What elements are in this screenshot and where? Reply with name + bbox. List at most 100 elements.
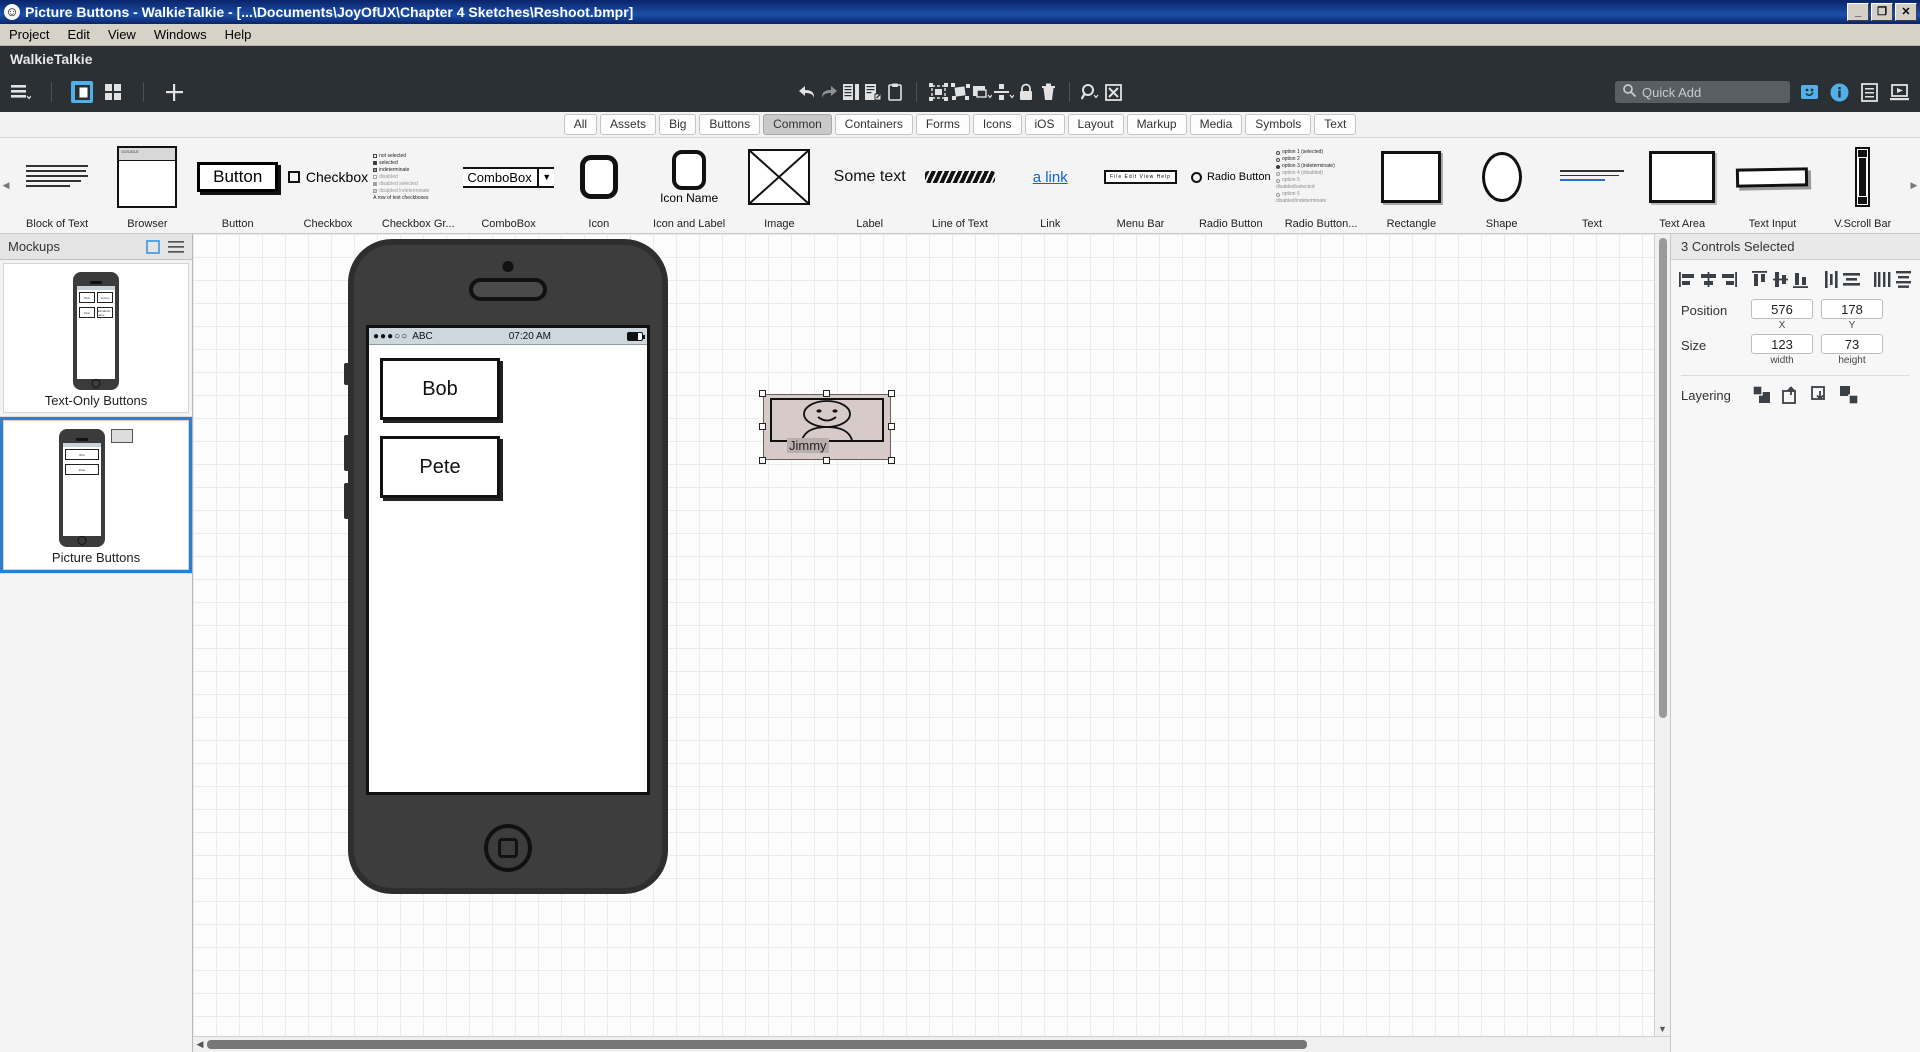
phone-screen[interactable]: ●●●○○ ABC 07:20 AM Bob Pete xyxy=(366,325,650,795)
palette-item-radio-button[interactable]: Radio Button Radio Button xyxy=(1186,138,1276,233)
minimize-button[interactable]: _ xyxy=(1847,3,1869,21)
tab-containers[interactable]: Containers xyxy=(834,114,913,135)
palette-item-block-of-text[interactable]: Block of Text xyxy=(12,138,102,233)
resize-handle-e[interactable] xyxy=(888,423,895,430)
palette-scroll-left[interactable]: ◀ xyxy=(0,138,12,233)
phone-button-pete[interactable]: Pete xyxy=(380,436,500,498)
palette-scroll-right[interactable]: ▶ xyxy=(1908,138,1920,233)
bring-forward-icon[interactable] xyxy=(1781,385,1801,405)
tab-icons[interactable]: Icons xyxy=(972,114,1022,135)
resize-handle-s[interactable] xyxy=(823,457,830,464)
canvas-area[interactable]: ●●●○○ ABC 07:20 AM Bob Pete Jimmy ▼ ◀ xyxy=(193,234,1670,1052)
tab-forms[interactable]: Forms xyxy=(915,114,970,135)
mockup-item-picture-buttons[interactable]: Bob Pete Picture Buttons xyxy=(0,417,192,574)
palette-item-icon-and-label[interactable]: Icon Name Icon and Label xyxy=(644,138,734,233)
person-image[interactable] xyxy=(770,398,884,442)
vertical-scroll-thumb[interactable] xyxy=(1658,238,1667,718)
horizontal-scroll-thumb[interactable] xyxy=(207,1040,1307,1049)
clipboard-icon[interactable] xyxy=(884,81,906,103)
notes-icon[interactable] xyxy=(1858,81,1880,103)
align-center-h-icon[interactable] xyxy=(1699,270,1716,288)
phone-home-button[interactable] xyxy=(484,824,532,872)
lock-icon[interactable] xyxy=(1015,81,1037,103)
palette-item-checkbox[interactable]: Checkbox Checkbox xyxy=(283,138,373,233)
tab-common[interactable]: Common xyxy=(763,114,832,135)
tab-ios[interactable]: iOS xyxy=(1024,114,1065,135)
resize-handle-ne[interactable] xyxy=(888,390,895,397)
presentation-icon[interactable] xyxy=(1888,81,1910,103)
tab-layout[interactable]: Layout xyxy=(1067,114,1124,135)
resize-handle-w[interactable] xyxy=(759,423,766,430)
redo-icon[interactable] xyxy=(818,81,840,103)
menu-windows[interactable]: Windows xyxy=(145,25,216,44)
palette-item-menu-bar[interactable]: File Edit View Help Menu Bar xyxy=(1095,138,1185,233)
new-mockup-icon[interactable] xyxy=(146,239,160,254)
menu-edit[interactable]: Edit xyxy=(58,25,98,44)
duplicate-icon[interactable] xyxy=(840,81,862,103)
selected-control-group[interactable]: Jimmy xyxy=(759,390,895,464)
palette-item-checkbox-group[interactable]: not selected selected indeterminate disa… xyxy=(373,138,463,233)
canvas-vertical-scrollbar[interactable]: ▼ xyxy=(1654,234,1670,1036)
menu-help[interactable]: Help xyxy=(216,25,261,44)
delete-icon[interactable] xyxy=(1037,81,1059,103)
distribute-h-icon[interactable] xyxy=(1823,270,1840,288)
quick-add-widget-icon[interactable] xyxy=(1798,81,1820,103)
selection-label[interactable]: Jimmy xyxy=(787,438,829,453)
scroll-left-arrow-icon[interactable]: ◀ xyxy=(193,1039,207,1050)
grid-view-icon[interactable] xyxy=(102,81,124,103)
tab-media[interactable]: Media xyxy=(1189,114,1243,135)
distribute-v-icon[interactable] xyxy=(1843,270,1861,288)
spacing-h-icon[interactable] xyxy=(1874,270,1891,288)
palette-item-vscrollbar[interactable]: V.Scroll Bar xyxy=(1818,138,1908,233)
menu-view[interactable]: View xyxy=(99,25,145,44)
copy-to-icon[interactable] xyxy=(862,81,884,103)
phone-button-bob[interactable]: Bob xyxy=(380,358,500,420)
palette-item-text-input[interactable]: Text Input xyxy=(1727,138,1817,233)
bring-to-front-icon[interactable] xyxy=(1752,385,1772,405)
panel-toggle-icon[interactable] xyxy=(71,81,93,103)
close-button[interactable]: ✕ xyxy=(1895,3,1917,21)
list-menu-icon[interactable] xyxy=(168,240,184,254)
zoom-icon[interactable] xyxy=(1080,81,1102,103)
tab-big[interactable]: Big xyxy=(659,114,697,135)
size-height-input[interactable]: 73 xyxy=(1821,334,1883,354)
layer-icon[interactable] xyxy=(971,81,993,103)
resize-handle-nw[interactable] xyxy=(759,390,766,397)
palette-item-browser[interactable]: GOOGLE Browser xyxy=(102,138,192,233)
palette-item-text[interactable]: Text xyxy=(1547,138,1637,233)
undo-icon[interactable] xyxy=(796,81,818,103)
align-bottom-icon[interactable] xyxy=(1792,270,1809,288)
palette-item-combobox[interactable]: ComboBox ▼ ComboBox xyxy=(463,138,554,233)
tab-buttons[interactable]: Buttons xyxy=(699,114,761,135)
tab-assets[interactable]: Assets xyxy=(600,114,657,135)
size-width-input[interactable]: 123 xyxy=(1751,334,1813,354)
align-middle-v-icon[interactable] xyxy=(1771,270,1788,288)
align-right-icon[interactable] xyxy=(1720,270,1738,288)
palette-item-image[interactable]: Image xyxy=(734,138,824,233)
send-backward-icon[interactable] xyxy=(1810,385,1830,405)
palette-item-radio-button-group[interactable]: option 1 (selected) option 2 option 3 (i… xyxy=(1275,138,1366,233)
send-to-back-icon[interactable] xyxy=(1839,385,1859,405)
menu-project[interactable]: Project xyxy=(0,25,58,44)
position-y-input[interactable]: 178 xyxy=(1821,299,1883,319)
resize-handle-n[interactable] xyxy=(823,390,830,397)
spacing-v-icon[interactable] xyxy=(1894,270,1911,288)
palette-item-shape[interactable]: Shape xyxy=(1457,138,1547,233)
palette-item-icon[interactable]: Icon xyxy=(554,138,644,233)
palette-item-link[interactable]: a link Link xyxy=(1005,138,1095,233)
resize-handle-se[interactable] xyxy=(888,457,895,464)
align-distribute-icon[interactable] xyxy=(993,81,1015,103)
tab-text[interactable]: Text xyxy=(1314,114,1357,135)
add-mockup-icon[interactable] xyxy=(163,81,185,103)
scroll-down-arrow-icon[interactable]: ▼ xyxy=(1658,1024,1667,1034)
mockup-canvas[interactable]: ●●●○○ ABC 07:20 AM Bob Pete Jimmy xyxy=(193,234,1654,1036)
resize-handle-sw[interactable] xyxy=(759,457,766,464)
info-icon[interactable] xyxy=(1828,81,1850,103)
palette-item-button[interactable]: Button Button xyxy=(193,138,283,233)
palette-item-rectangle[interactable]: Rectangle xyxy=(1366,138,1456,233)
ungroup-icon[interactable] xyxy=(949,81,971,103)
align-top-icon[interactable] xyxy=(1751,270,1768,288)
quick-add-input[interactable]: Quick Add xyxy=(1615,81,1790,103)
position-x-input[interactable]: 576 xyxy=(1751,299,1813,319)
mockup-item-text-only-buttons[interactable]: Bob Jimmy Pete Elizabeth Jane Text-Only … xyxy=(0,260,192,417)
